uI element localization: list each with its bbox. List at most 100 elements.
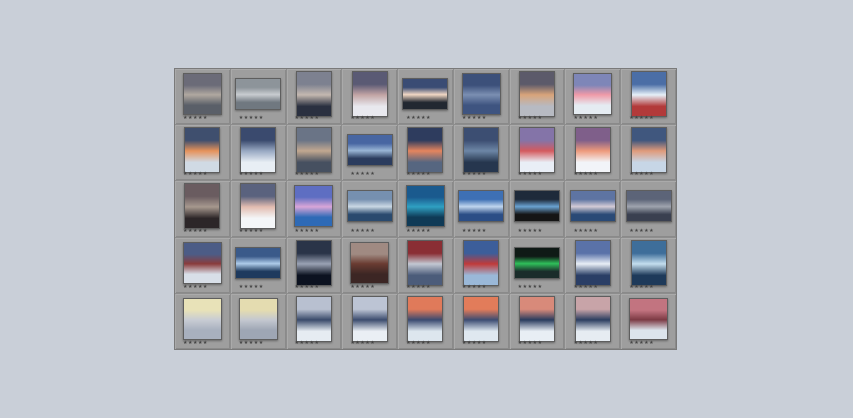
thumbnail-cell[interactable]: ★★★★★ bbox=[509, 293, 565, 349]
thumbnail-cell[interactable]: ★★★★★ bbox=[453, 125, 509, 181]
rating-stars[interactable]: ★★★★★ bbox=[573, 341, 598, 346]
thumbnail-cell[interactable]: ★★★★★ bbox=[621, 69, 676, 125]
rating-stars[interactable]: ★★★★★ bbox=[406, 341, 431, 346]
thumbnail-cell[interactable]: ★★★★★ bbox=[453, 181, 509, 237]
rating-stars[interactable]: ★★★★★ bbox=[462, 172, 487, 177]
thumbnail-cell[interactable]: ★★★★★ bbox=[398, 293, 453, 349]
photo-thumbnail[interactable] bbox=[629, 297, 669, 340]
photo-thumbnail[interactable] bbox=[294, 185, 334, 228]
thumbnail-cell[interactable]: ★★★★★ bbox=[398, 237, 453, 293]
thumbnail-cell[interactable]: ★★★★★ bbox=[286, 125, 342, 181]
rating-stars[interactable]: ★★★★★ bbox=[239, 228, 264, 234]
photo-thumbnail[interactable] bbox=[519, 71, 556, 118]
thumbnail-cell[interactable]: ★★★★★ bbox=[342, 181, 398, 237]
rating-stars[interactable]: ★★★★★ bbox=[629, 228, 654, 234]
rating-stars[interactable]: ★★★★★ bbox=[462, 116, 487, 121]
photo-thumbnail[interactable] bbox=[182, 297, 222, 340]
rating-stars[interactable]: ★★★★★ bbox=[295, 228, 320, 234]
rating-stars[interactable]: ★★★★★ bbox=[629, 116, 654, 121]
rating-stars[interactable]: ★★★★★ bbox=[406, 116, 431, 121]
photo-thumbnail[interactable] bbox=[574, 239, 611, 286]
photo-thumbnail[interactable] bbox=[295, 127, 332, 174]
photo-thumbnail[interactable] bbox=[514, 246, 561, 279]
thumbnail-cell[interactable]: ★★★★★ bbox=[175, 69, 230, 125]
thumbnail-cell[interactable]: ★★★★★ bbox=[342, 237, 398, 293]
thumbnail-cell[interactable]: ★★★★★ bbox=[175, 293, 230, 349]
thumbnail-cell[interactable]: ★★★★★ bbox=[565, 69, 621, 125]
rating-stars[interactable]: ★★★★★ bbox=[350, 116, 375, 121]
rating-stars[interactable]: ★★★★★ bbox=[518, 172, 543, 177]
photo-thumbnail[interactable] bbox=[463, 239, 500, 286]
rating-stars[interactable]: ★★★★★ bbox=[239, 116, 264, 121]
photo-thumbnail[interactable] bbox=[295, 71, 332, 118]
photo-thumbnail[interactable] bbox=[514, 190, 561, 223]
photo-thumbnail[interactable] bbox=[625, 190, 672, 223]
rating-stars[interactable]: ★★★★★ bbox=[629, 284, 654, 290]
thumbnail-cell[interactable]: ★★★★★ bbox=[509, 237, 565, 293]
rating-stars[interactable]: ★★★★★ bbox=[350, 284, 375, 290]
photo-thumbnail[interactable] bbox=[238, 297, 278, 340]
thumbnail-cell[interactable]: ★★★★★ bbox=[565, 237, 621, 293]
rating-stars[interactable]: ★★★★★ bbox=[406, 284, 431, 290]
photo-thumbnail[interactable] bbox=[630, 71, 667, 118]
photo-thumbnail[interactable] bbox=[574, 127, 611, 174]
rating-stars[interactable]: ★★★★★ bbox=[573, 116, 598, 121]
thumbnail-cell[interactable]: ★★★★★ bbox=[286, 293, 342, 349]
photo-thumbnail[interactable] bbox=[407, 127, 444, 174]
photo-thumbnail[interactable] bbox=[569, 190, 616, 223]
thumbnail-cell[interactable]: ★★★★★ bbox=[565, 293, 621, 349]
thumbnail-cell[interactable]: ★★★★★ bbox=[175, 125, 230, 181]
thumbnail-cell[interactable]: ★★★★★ bbox=[230, 125, 286, 181]
rating-stars[interactable]: ★★★★★ bbox=[350, 228, 375, 234]
thumbnail-cell[interactable]: ★★★★★ bbox=[509, 125, 565, 181]
thumbnail-cell[interactable]: ★★★★★ bbox=[230, 69, 286, 125]
photo-thumbnail[interactable] bbox=[240, 183, 277, 230]
thumbnail-cell[interactable]: ★★★★★ bbox=[398, 69, 453, 125]
rating-stars[interactable]: ★★★★★ bbox=[573, 228, 598, 234]
thumbnail-cell[interactable]: ★★★★★ bbox=[286, 181, 342, 237]
rating-stars[interactable]: ★★★★★ bbox=[518, 116, 543, 121]
photo-thumbnail[interactable] bbox=[184, 183, 221, 230]
thumbnail-cell[interactable]: ★★★★★ bbox=[509, 181, 565, 237]
photo-thumbnail[interactable] bbox=[295, 295, 332, 342]
thumbnail-cell[interactable]: ★★★★★ bbox=[621, 125, 676, 181]
rating-stars[interactable]: ★★★★★ bbox=[406, 172, 431, 177]
thumbnail-cell[interactable]: ★★★★★ bbox=[453, 293, 509, 349]
photo-thumbnail[interactable] bbox=[573, 73, 613, 116]
rating-stars[interactable]: ★★★★★ bbox=[295, 341, 320, 346]
rating-stars[interactable]: ★★★★★ bbox=[295, 116, 320, 121]
rating-stars[interactable]: ★★★★★ bbox=[462, 284, 487, 290]
thumbnail-cell[interactable]: ★★★★★ bbox=[621, 237, 676, 293]
photo-thumbnail[interactable] bbox=[405, 185, 445, 228]
thumbnail-cell[interactable]: ★★★★★ bbox=[175, 237, 230, 293]
rating-stars[interactable]: ★★★★★ bbox=[350, 341, 375, 346]
rating-stars[interactable]: ★★★★★ bbox=[518, 228, 543, 234]
rating-stars[interactable]: ★★★★★ bbox=[629, 172, 654, 177]
thumbnail-cell[interactable]: ★★★★★ bbox=[453, 237, 509, 293]
photo-thumbnail[interactable] bbox=[235, 78, 282, 111]
rating-stars[interactable]: ★★★★★ bbox=[462, 228, 487, 234]
photo-thumbnail[interactable] bbox=[519, 127, 556, 174]
rating-stars[interactable]: ★★★★★ bbox=[239, 341, 264, 346]
photo-thumbnail[interactable] bbox=[630, 127, 667, 174]
rating-stars[interactable]: ★★★★★ bbox=[239, 172, 264, 177]
rating-stars[interactable]: ★★★★★ bbox=[295, 284, 320, 290]
photo-thumbnail[interactable] bbox=[407, 239, 444, 286]
rating-stars[interactable]: ★★★★★ bbox=[183, 116, 208, 121]
thumbnail-cell[interactable]: ★★★★★ bbox=[342, 69, 398, 125]
thumbnail-cell[interactable]: ★★★★★ bbox=[565, 181, 621, 237]
photo-thumbnail[interactable] bbox=[240, 127, 277, 174]
thumbnail-cell[interactable]: ★★★★★ bbox=[565, 125, 621, 181]
thumbnail-cell[interactable]: ★★★★★ bbox=[398, 181, 453, 237]
rating-stars[interactable]: ★★★★★ bbox=[239, 284, 264, 290]
photo-thumbnail[interactable] bbox=[458, 190, 505, 223]
rating-stars[interactable]: ★★★★★ bbox=[573, 172, 598, 177]
photo-thumbnail[interactable] bbox=[346, 134, 393, 167]
photo-thumbnail[interactable] bbox=[630, 239, 667, 286]
thumbnail-cell[interactable]: ★★★★★ bbox=[509, 69, 565, 125]
rating-stars[interactable]: ★★★★★ bbox=[295, 172, 320, 177]
rating-stars[interactable]: ★★★★★ bbox=[518, 341, 543, 346]
rating-stars[interactable]: ★★★★★ bbox=[518, 284, 543, 290]
photo-thumbnail[interactable] bbox=[346, 190, 393, 223]
photo-thumbnail[interactable] bbox=[463, 127, 500, 174]
